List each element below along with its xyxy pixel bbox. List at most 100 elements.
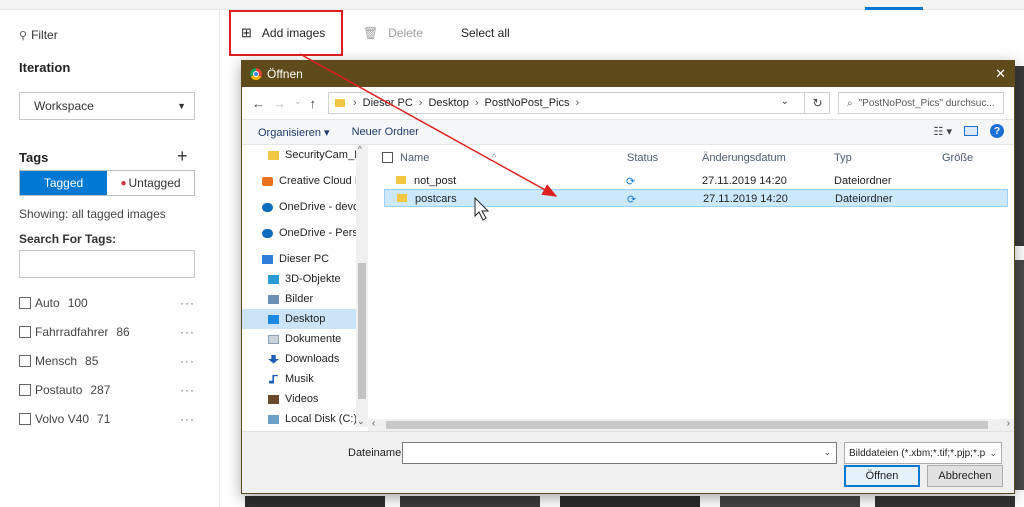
untagged-label: Untagged — [128, 176, 181, 190]
image-thumbnail[interactable] — [875, 496, 1015, 507]
more-options-icon[interactable]: ··· — [180, 296, 195, 310]
breadcrumb-desktop[interactable]: Desktop — [428, 97, 468, 109]
new-folder-button[interactable]: Neuer Ordner — [352, 126, 419, 138]
nav-item-securitycam[interactable]: SecurityCam_Int — [242, 145, 356, 165]
forward-arrow-icon[interactable]: → — [273, 96, 286, 111]
more-options-icon[interactable]: ··· — [180, 412, 195, 426]
chevron-down-icon[interactable]: ⌄ — [823, 447, 831, 458]
tag-row[interactable]: Volvo V40 71 ··· — [19, 404, 195, 433]
nav-item-videos[interactable]: Videos — [242, 389, 356, 409]
showing-status: Showing: all tagged images — [19, 207, 166, 221]
delete-button[interactable]: 🗑 Delete — [363, 18, 423, 48]
back-arrow-icon[interactable]: ← — [252, 96, 265, 111]
nav-item-label: 3D-Objekte — [285, 273, 341, 285]
more-options-icon[interactable]: ··· — [180, 383, 195, 397]
close-icon[interactable]: ✕ — [995, 66, 1006, 82]
dialog-titlebar[interactable]: Öffnen ✕ — [242, 61, 1014, 87]
scroll-left-icon[interactable]: ‹ — [372, 418, 375, 429]
tag-row[interactable]: Postauto 287 ··· — [19, 375, 195, 404]
view-controls: ☷ ▾ ? — [934, 124, 1004, 138]
image-thumbnail[interactable] — [400, 496, 540, 507]
folder-icon — [396, 176, 406, 184]
file-type-select[interactable]: Bilddateien (*.xbm;*.tif;*.pjp;*.p ⌄ — [844, 442, 1002, 464]
folder-icon — [335, 99, 345, 107]
filename-input[interactable]: ⌄ — [402, 442, 837, 464]
select-all-button[interactable]: Select all — [461, 18, 510, 48]
organize-menu[interactable]: Organisieren ▾ — [258, 126, 330, 139]
add-image-icon: ⊞ — [241, 25, 252, 40]
breadcrumb-dieser-pc[interactable]: Dieser PC — [363, 97, 413, 109]
search-tags-label: Search For Tags: — [19, 232, 117, 246]
trash-icon: 🗑 — [363, 26, 379, 40]
select-all-checkbox[interactable] — [382, 152, 393, 163]
add-images-button[interactable]: ⊞ Add images — [229, 10, 343, 56]
breadcrumb-postnopost[interactable]: PostNoPost_Pics — [485, 97, 570, 109]
refresh-button[interactable]: ↻ — [804, 92, 830, 114]
add-tag-plus-icon[interactable]: + — [177, 147, 188, 165]
column-type[interactable]: Typ — [834, 152, 852, 164]
iteration-value: Workspace — [34, 99, 94, 113]
tag-row[interactable]: Mensch 85 ··· — [19, 346, 195, 375]
image-thumbnail[interactable] — [1014, 260, 1024, 490]
horizontal-scrollbar[interactable]: ‹ › — [368, 418, 1014, 431]
untagged-tab[interactable]: ● Untagged — [107, 171, 194, 195]
nav-item-dieser-pc[interactable]: Dieser PC — [242, 249, 356, 269]
folder-search-input[interactable]: ⌕ "PostNoPost_Pics" durchsuc... — [838, 92, 1004, 114]
filter-button[interactable]: ⚲ Filter — [19, 28, 58, 42]
tag-row[interactable]: Auto 100 ··· — [19, 288, 195, 317]
tag-search-input[interactable] — [19, 250, 195, 278]
file-row[interactable]: postcars ⟳ 27.11.2019 14:20 Dateiordner — [384, 189, 1008, 207]
view-options-icon[interactable]: ☷ ▾ — [934, 125, 952, 138]
nav-item-musik[interactable]: Musik — [242, 369, 356, 389]
nav-item-label: SecurityCam_Int — [285, 149, 356, 161]
help-icon[interactable]: ? — [990, 124, 1004, 138]
chevron-down-icon[interactable]: ⌄ — [781, 96, 789, 107]
preview-pane-icon[interactable] — [964, 126, 978, 136]
up-arrow-icon[interactable]: ↑ — [310, 96, 317, 111]
scroll-down-icon[interactable]: ⌄ — [357, 416, 365, 427]
nav-item-local-disk[interactable]: Local Disk (C:) — [242, 409, 356, 427]
scroll-up-icon[interactable]: ^ — [358, 145, 362, 154]
nav-item-dokumente[interactable]: Dokumente — [242, 329, 356, 349]
column-date[interactable]: Änderungsdatum — [702, 152, 786, 164]
folder-icon — [397, 194, 407, 202]
scrollbar-thumb[interactable] — [386, 421, 988, 429]
tag-row[interactable]: Fahrradfahrer 86 ··· — [19, 317, 195, 346]
tag-checkbox[interactable] — [19, 354, 31, 367]
column-status[interactable]: Status — [627, 152, 658, 164]
nav-item-onedrive-devote[interactable]: OneDrive - devote — [242, 197, 356, 217]
nav-item-onedrive-personal[interactable]: OneDrive - Person — [242, 223, 356, 243]
tag-checkbox[interactable] — [19, 296, 31, 309]
breadcrumb-separator: › — [575, 97, 580, 109]
navigation-row: ← → ⌄ ↑ › Dieser PC › Desktop › PostNoPo… — [242, 87, 1014, 119]
navigation-scrollbar[interactable]: ^ ⌄ — [356, 145, 368, 427]
tag-checkbox[interactable] — [19, 383, 31, 396]
file-list: ^ Name Status Änderungsdatum Typ Größe n… — [376, 145, 1012, 417]
chevron-down-icon: ⌄ — [989, 448, 997, 459]
more-options-icon[interactable]: ··· — [180, 325, 195, 339]
iteration-dropdown[interactable]: Workspace ▼ — [19, 92, 195, 120]
more-options-icon[interactable]: ··· — [180, 354, 195, 368]
tag-checkbox[interactable] — [19, 325, 31, 338]
image-thumbnail[interactable] — [720, 496, 860, 507]
image-thumbnail[interactable] — [560, 496, 700, 507]
scroll-right-icon[interactable]: › — [1007, 418, 1010, 429]
nav-item-creative-cloud[interactable]: Creative Cloud Fil — [242, 171, 356, 191]
recent-chevron-icon[interactable]: ⌄ — [294, 96, 302, 111]
scrollbar-thumb[interactable] — [358, 263, 366, 399]
nav-item-bilder[interactable]: Bilder — [242, 289, 356, 309]
tag-checkbox[interactable] — [19, 412, 31, 425]
address-bar[interactable]: › Dieser PC › Desktop › PostNoPost_Pics … — [328, 92, 830, 114]
open-button[interactable]: Öffnen — [844, 465, 920, 487]
nav-item-3d-objekte[interactable]: 3D-Objekte — [242, 269, 356, 289]
nav-item-downloads[interactable]: Downloads — [242, 349, 356, 369]
nav-item-desktop[interactable]: Desktop — [242, 309, 356, 329]
tagged-tab[interactable]: Tagged — [20, 171, 107, 195]
onedrive-icon — [262, 228, 273, 238]
column-size[interactable]: Größe — [942, 152, 973, 164]
image-thumbnail[interactable] — [1014, 66, 1024, 246]
image-thumbnail[interactable] — [245, 496, 385, 507]
cancel-button[interactable]: Abbrechen — [927, 465, 1003, 487]
column-name[interactable]: Name — [400, 152, 429, 164]
file-row[interactable]: not_post ⟳ 27.11.2019 14:20 Dateiordner — [384, 172, 1008, 190]
